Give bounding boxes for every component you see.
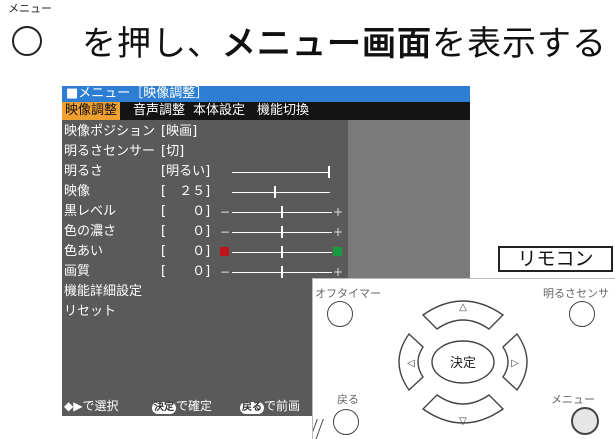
picture-slider-track[interactable] xyxy=(232,192,330,193)
menu-item-black-level[interactable]: 黒レベル[ ０] xyxy=(64,202,210,222)
tint-red-swatch xyxy=(220,247,229,256)
up-arrow-icon: △ xyxy=(459,302,467,313)
color-depth-slider-thumb[interactable] xyxy=(281,226,283,238)
down-arrow-icon: ▽ xyxy=(459,416,467,427)
osd-tab-bar: 映像調整 音声調整 本体設定 機能切換 xyxy=(62,102,470,120)
menu-button[interactable] xyxy=(571,407,599,435)
brightness-slider-track[interactable] xyxy=(232,172,330,173)
menu-item-brightness[interactable]: 明るさ [明るい] xyxy=(64,162,210,182)
back-button[interactable] xyxy=(333,409,359,435)
select-arrows-icon: ◆▶ xyxy=(64,399,83,413)
footer-back-hint: 戻る で前画 xyxy=(240,399,301,414)
back-label: 戻る xyxy=(337,393,359,406)
plus-icon: + xyxy=(333,205,344,219)
tab-function-switch[interactable]: 機能切換 xyxy=(254,102,312,120)
tab-audio-adjust[interactable]: 音声調整 xyxy=(130,102,188,120)
left-arrow-icon: ◁ xyxy=(407,358,415,369)
menu-item-color-depth[interactable]: 色の濃さ[ ０] xyxy=(64,222,210,242)
menu-item-reset[interactable]: リセット xyxy=(64,302,116,322)
heading-ruby: メニュー xyxy=(8,2,52,15)
menu-item-tint[interactable]: 色あい[ ０] xyxy=(64,242,210,262)
minus-icon: − xyxy=(220,225,231,239)
direction-pad: △ ▽ ◁ ▷ 決定 xyxy=(398,300,528,427)
off-timer-label: オフタイマー xyxy=(315,287,381,300)
menu-label: メニュー xyxy=(551,393,595,406)
footer-select-hint: ◆▶で選択 xyxy=(64,399,119,413)
tab-picture-adjust[interactable]: 映像調整 xyxy=(62,102,121,120)
brightness-sensor-button[interactable] xyxy=(569,301,595,327)
brightness-sensor-label: 明るさセンサ xyxy=(543,287,609,300)
minus-icon: − xyxy=(220,205,231,219)
menu-item-advanced-settings[interactable]: 機能詳細設定 xyxy=(64,282,142,302)
menu-item-sharpness[interactable]: 画質[ ０] xyxy=(64,262,210,282)
menu-item-brightness-sensor[interactable]: 明るさセンサー [切] xyxy=(64,142,184,162)
menu-item-picture[interactable]: 映像[ ２５] xyxy=(64,182,210,202)
plus-icon: + xyxy=(333,225,344,239)
minus-icon: − xyxy=(220,265,231,279)
tint-slider-thumb[interactable] xyxy=(281,246,283,258)
plus-icon: + xyxy=(333,265,344,279)
back-key-icon: 戻る xyxy=(240,402,264,414)
sharpness-slider-thumb[interactable] xyxy=(281,266,283,278)
tab-unit-settings[interactable]: 本体設定 xyxy=(190,102,248,120)
enter-key-icon: 決定 xyxy=(152,402,176,414)
instruction-heading: を押し、メニュー画面を表示する xyxy=(82,24,607,64)
right-arrow-icon: ▷ xyxy=(511,358,519,369)
menu-item-picture-position[interactable]: 映像ポジション [映画] xyxy=(64,122,197,142)
osd-footer: ◆▶で選択 決定 で確定 戻る で前画 xyxy=(62,394,348,416)
off-timer-button[interactable] xyxy=(327,301,353,327)
picture-slider-thumb[interactable] xyxy=(274,186,276,198)
osd-title-bar: ■メニュー［映像調整］ xyxy=(62,86,470,102)
enter-button-label: 決定 xyxy=(450,356,476,371)
brightness-slider-thumb[interactable] xyxy=(328,166,330,178)
menu-button-icon xyxy=(12,26,42,56)
remote-control: オフタイマー 明るさセンサ △ ▽ ◁ ▷ 決定 戻る メニュー xyxy=(312,278,615,439)
osd-settings-list: 映像ポジション [映画] 明るさセンサー [切] 明るさ [明るい] 映像[ ２５] … xyxy=(62,120,348,416)
remote-label: リモコン xyxy=(498,246,613,272)
black-level-slider-thumb[interactable] xyxy=(281,206,283,218)
footer-confirm-hint: 決定 で確定 xyxy=(152,399,213,414)
tint-green-swatch xyxy=(333,247,342,256)
